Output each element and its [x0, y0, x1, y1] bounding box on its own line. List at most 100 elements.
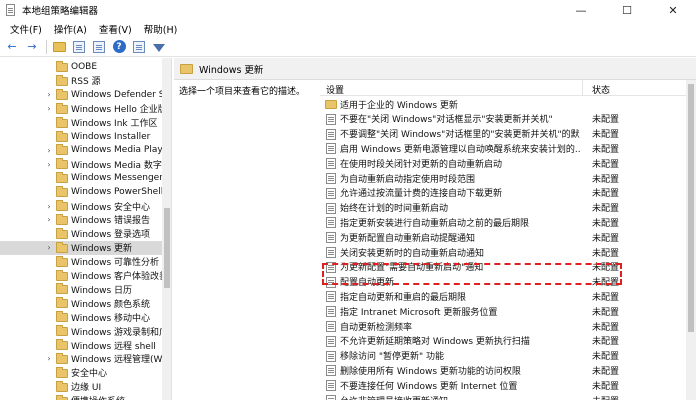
tree-item[interactable]: Windows Messenger [0, 171, 162, 185]
back-button[interactable]: ← [4, 39, 20, 55]
policy-name: 在使用时段关闭针对更新的自动重新启动 [340, 159, 503, 170]
expand-chevron-icon[interactable]: › [45, 104, 53, 113]
expand-chevron-icon[interactable]: › [45, 160, 53, 169]
menu-bar: 文件(F) 操作(A) 查看(V) 帮助(H) [0, 20, 696, 37]
tree-scrollbar[interactable] [162, 58, 171, 400]
tree-item-label: Windows Ink 工作区 [71, 119, 158, 130]
policy-setting-icon [326, 202, 336, 214]
policy-name: 不允许更新延期策略对 Windows 更新执行扫描 [340, 337, 530, 348]
tree-item[interactable]: 便携操作系统 [0, 394, 162, 400]
policy-row[interactable]: 移除访问 "暂停更新" 功能 未配置 [320, 348, 686, 364]
tree-item[interactable]: Windows 客户体验改善 [0, 269, 162, 283]
tree-item[interactable]: Windows 远程 shell [0, 338, 162, 352]
policy-state: 未配置 [592, 204, 620, 215]
close-button[interactable]: ✕ [650, 0, 696, 20]
properties-button[interactable] [131, 39, 147, 55]
expand-chevron-icon[interactable]: › [45, 243, 53, 252]
tree-item[interactable]: OOBE [0, 60, 162, 74]
filter-button[interactable] [151, 39, 167, 55]
column-header-setting[interactable]: 设置 [326, 83, 344, 96]
tree-item[interactable]: Windows 登录选项 [0, 227, 162, 241]
tree-item-label: 安全中心 [71, 369, 108, 380]
tree-item[interactable]: › Windows Media Playe [0, 143, 162, 157]
policy-name: 配置自动更新 [340, 278, 395, 289]
policy-name: 为更新配置"需要自动重新启动"通知 [340, 263, 484, 274]
policy-row[interactable]: 自动更新检测频率 未配置 [320, 318, 686, 334]
policy-name: 不要调整"关闭 Windows"对话框里的"安装更新并关机"的默... [340, 130, 580, 141]
show-hide-tree-button[interactable] [71, 39, 87, 55]
tree-item[interactable]: › Windows 远程管理(Wi [0, 352, 162, 366]
policy-setting-icon [326, 173, 336, 184]
policy-row[interactable]: 为更新配置自动重新启动提醒通知 未配置 [320, 229, 686, 245]
arrow-right-icon: → [27, 40, 37, 53]
tree-item-label: Windows 客户体验改善 [71, 272, 162, 282]
folder-icon [56, 255, 68, 267]
policy-name: 允许通过按流量计费的连接自动下载更新 [340, 189, 503, 200]
tree-item[interactable]: Windows 日历 [0, 282, 162, 296]
forward-button[interactable]: → [24, 39, 40, 55]
policy-row[interactable]: 不要在"关闭 Windows"对话框显示"安装更新并关机" 未配置 [320, 111, 686, 127]
tree-item-label: Windows 远程 shell [71, 341, 156, 352]
policy-state: 未配置 [592, 218, 620, 229]
tree-item[interactable]: › Windows Hello 企业版 [0, 102, 162, 116]
tree-item[interactable]: › Windows 更新 [0, 240, 162, 255]
expand-chevron-icon[interactable]: › [45, 90, 53, 99]
column-divider[interactable] [582, 80, 583, 96]
expand-chevron-icon[interactable]: › [45, 215, 53, 224]
policy-row[interactable]: 不要连接任何 Windows 更新 Internet 位置 未配置 [320, 377, 686, 393]
tree-item[interactable]: › Windows 安全中心 [0, 199, 162, 213]
policy-row[interactable]: 允许通过按流量计费的连接自动下载更新 未配置 [320, 185, 686, 201]
folder-icon [56, 213, 68, 225]
tree-item[interactable]: Windows Ink 工作区 [0, 116, 162, 130]
tree-item[interactable]: 安全中心 [0, 366, 162, 380]
tree-item-label: Windows 日历 [71, 285, 133, 296]
menu-action[interactable]: 操作(A) [48, 22, 93, 36]
expand-chevron-icon[interactable]: › [45, 146, 53, 155]
tree-item[interactable]: Windows 游戏录制和广 [0, 324, 162, 338]
list-scrollbar[interactable] [686, 80, 696, 400]
tree-item[interactable]: Windows PowerShell [0, 185, 162, 199]
policy-state: 未配置 [592, 394, 619, 400]
tree-item[interactable]: Windows 可靠性分析 [0, 255, 162, 269]
scrollbar-thumb[interactable] [688, 84, 694, 332]
policy-row[interactable]: 启用 Windows 更新电源管理以自动唤醒系统来安装计划的... 未配置 [320, 140, 686, 156]
menu-help[interactable]: 帮助(H) [138, 22, 184, 36]
folder-icon [56, 339, 68, 350]
tree-item[interactable]: Windows 移动中心 [0, 310, 162, 324]
tree-item[interactable]: Windows 颜色系统 [0, 296, 162, 310]
expand-chevron-icon[interactable]: › [45, 202, 53, 211]
tree-item[interactable]: › Windows 错误报告 [0, 213, 162, 227]
export-list-button[interactable] [91, 39, 107, 55]
policy-row[interactable]: 始终在计划的时间重新启动 未配置 [320, 200, 686, 216]
tree-item[interactable]: › Windows Media 数字 [0, 157, 162, 171]
policy-row[interactable]: 为更新配置"需要自动重新启动"通知 未配置 [320, 259, 686, 275]
policy-row[interactable]: 指定自动更新和重启的最后期限 未配置 [320, 288, 686, 304]
tree-item[interactable]: › Windows Defender Sr [0, 88, 162, 102]
tree-item[interactable]: RSS 源 [0, 74, 162, 88]
policy-row[interactable]: 指定更新安装进行自动重新启动之前的最后期限 未配置 [320, 214, 686, 230]
scrollbar-thumb[interactable] [164, 208, 170, 288]
policy-row[interactable]: 不允许更新延期策略对 Windows 更新执行扫描 未配置 [320, 333, 686, 349]
policy-row[interactable]: 关闭安装更新时的自动重新启动通知 未配置 [320, 244, 686, 260]
policy-setting-icon [326, 158, 336, 170]
minimize-button[interactable]: — [558, 0, 604, 20]
expand-chevron-icon[interactable]: › [45, 354, 53, 363]
tree-item[interactable]: Windows Installer [0, 130, 162, 144]
menu-file[interactable]: 文件(F) [4, 22, 48, 36]
policy-row[interactable]: 允许非管理员接收更新通知 未配置 [320, 392, 686, 400]
policy-row[interactable]: 删除使用所有 Windows 更新功能的访问权限 未配置 [320, 362, 686, 378]
policy-row[interactable]: 在使用时段关闭针对更新的自动重新启动 未配置 [320, 155, 686, 171]
policy-row[interactable]: 不要调整"关闭 Windows"对话框里的"安装更新并关机"的默... 未配置 [320, 126, 686, 142]
folder-icon [56, 61, 68, 72]
column-header-state[interactable]: 状态 [592, 83, 610, 96]
menu-view[interactable]: 查看(V) [93, 22, 138, 36]
help-button[interactable]: ? [111, 39, 127, 55]
tree-item[interactable]: 边缘 UI [0, 380, 162, 394]
maximize-button[interactable]: ☐ [604, 0, 650, 20]
list-folder-row[interactable]: 适用于企业的 Windows 更新 [320, 96, 686, 112]
up-folder-button[interactable] [51, 39, 67, 55]
policy-row[interactable]: 指定 Intranet Microsoft 更新服务位置 未配置 [320, 303, 686, 319]
policy-row[interactable]: 配置自动更新 未配置 [320, 274, 686, 290]
policy-name: 为自动重新启动指定使用时段范围 [340, 174, 476, 185]
policy-row[interactable]: 为自动重新启动指定使用时段范围 未配置 [320, 170, 686, 186]
